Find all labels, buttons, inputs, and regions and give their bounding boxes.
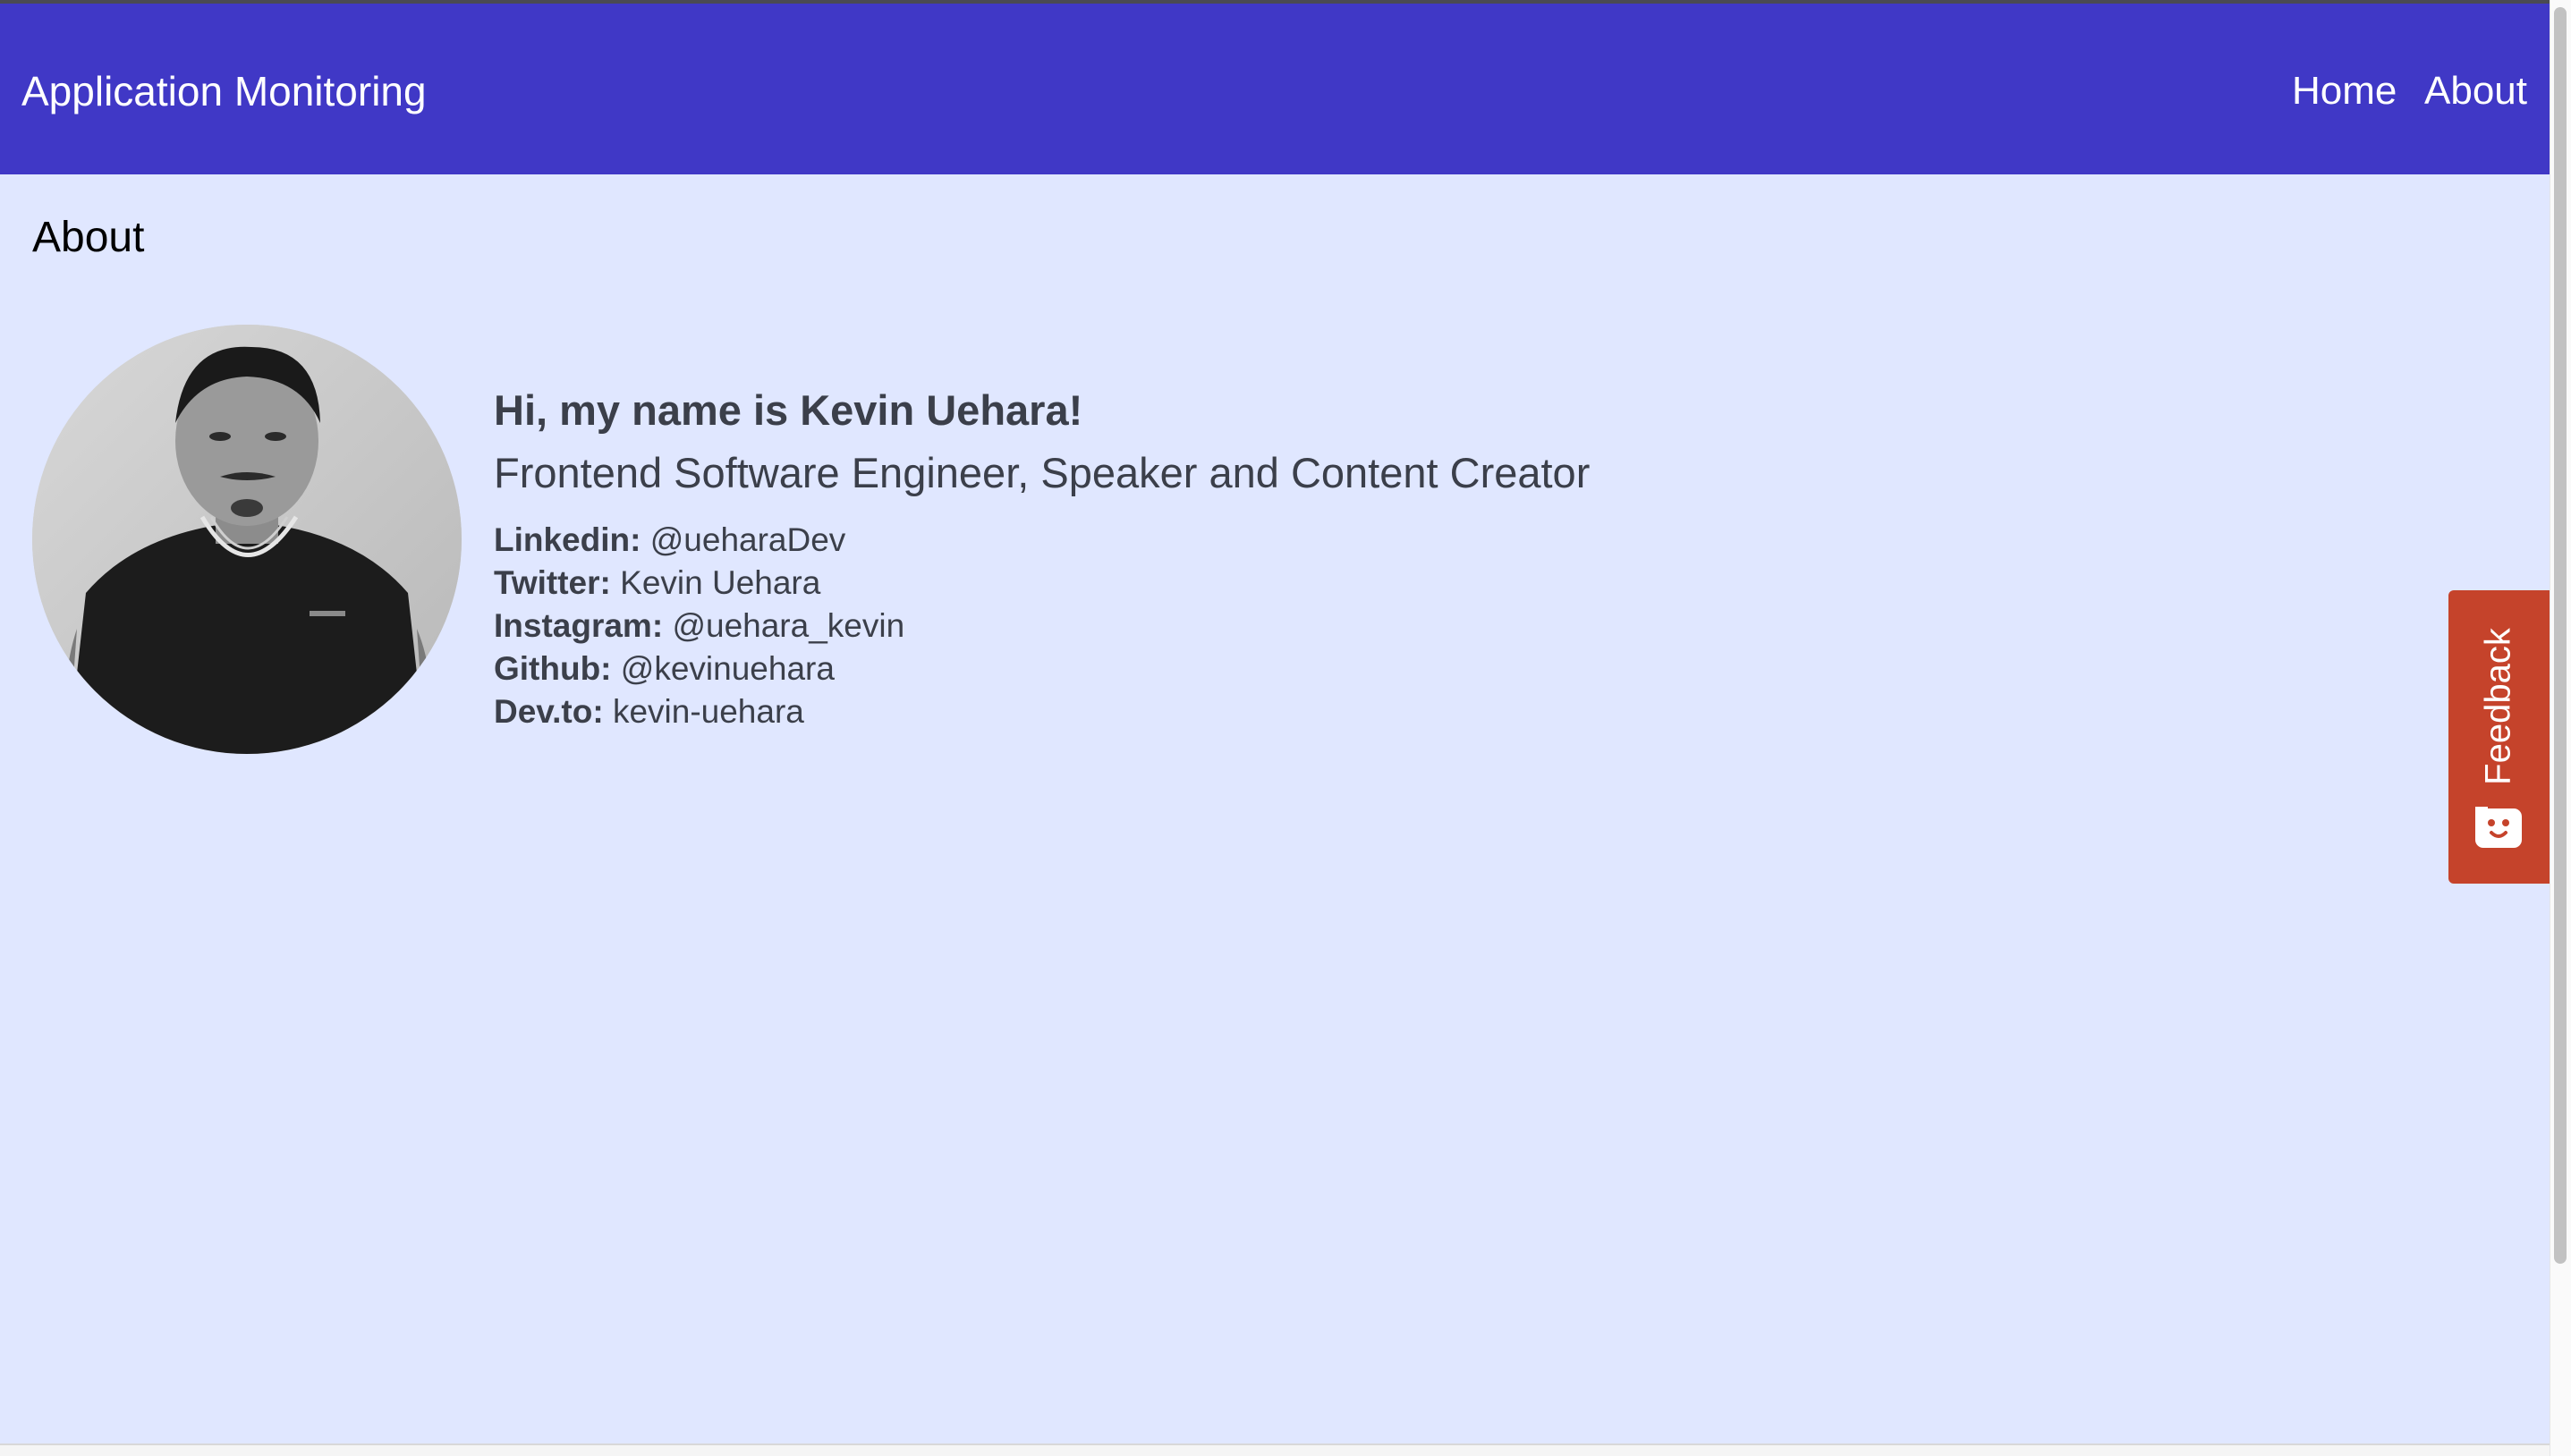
scrollbar-thumb[interactable] — [2554, 7, 2567, 1264]
nav-link-home[interactable]: Home — [2292, 68, 2397, 114]
profile-info: Hi, my name is Kevin Uehara! Frontend So… — [494, 379, 1590, 733]
social-label: Github: — [494, 650, 612, 687]
avatar-photo — [32, 325, 462, 754]
social-label: Dev.to: — [494, 693, 604, 730]
page-title: About — [32, 214, 145, 261]
social-label: Linkedin: — [494, 521, 641, 558]
social-value: @kevinuehara — [620, 650, 835, 687]
social-label: Twitter: — [494, 564, 611, 601]
avatar — [32, 325, 462, 754]
chat-face-icon — [2475, 807, 2522, 848]
feedback-label: Feedback — [2478, 628, 2518, 785]
horizontal-scrollbar[interactable] — [0, 1443, 2550, 1456]
profile-greeting: Hi, my name is Kevin Uehara! — [494, 386, 1083, 434]
social-linkedin: Linkedin: @ueharaDev — [494, 519, 1590, 562]
social-github: Github: @kevinuehara — [494, 648, 1590, 690]
social-value: @uehara_kevin — [672, 607, 905, 644]
social-label: Instagram: — [494, 607, 664, 644]
top-navbar: Application Monitoring Home About — [0, 4, 2550, 174]
profile-role: Frontend Software Engineer, Speaker and … — [494, 449, 1591, 496]
vertical-scrollbar[interactable] — [2550, 0, 2571, 1456]
social-value: Kevin Uehara — [620, 564, 821, 601]
social-twitter: Twitter: Kevin Uehara — [494, 562, 1590, 605]
social-devto: Dev.to: kevin-uehara — [494, 690, 1590, 733]
social-value: kevin-uehara — [612, 693, 804, 730]
social-value: @ueharaDev — [649, 521, 846, 558]
nav-link-about[interactable]: About — [2424, 68, 2527, 114]
social-instagram: Instagram: @uehara_kevin — [494, 605, 1590, 648]
feedback-tab[interactable]: Feedback — [2448, 590, 2550, 884]
app-brand[interactable]: Application Monitoring — [21, 68, 427, 114]
